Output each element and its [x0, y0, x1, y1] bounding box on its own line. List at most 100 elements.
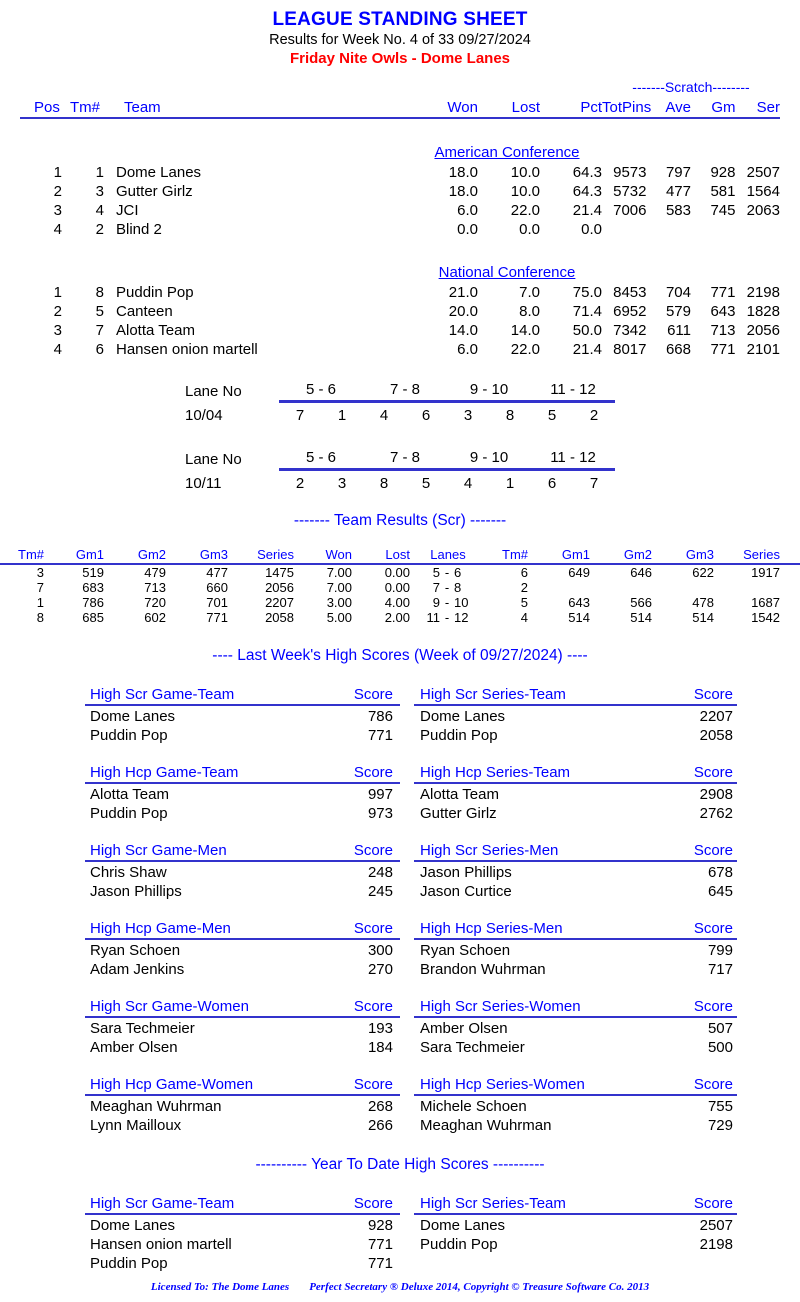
high-score-title-left: High Hcp Game-Team: [85, 760, 298, 784]
standing-totpins: 7342: [613, 322, 647, 339]
result-won-left: 3.00: [326, 595, 352, 610]
high-score-title-left: High Scr Game-Team: [85, 682, 298, 706]
page-title: LEAGUE STANDING SHEET: [272, 9, 528, 30]
score-header-left: Score: [298, 1072, 400, 1096]
entry-name-left: Lynn Mailloux: [90, 1117, 182, 1134]
lane-a: 11: [426, 610, 441, 625]
result-tm-right: 6: [520, 565, 528, 580]
entry-score-left: 268: [367, 1098, 393, 1115]
standing-team: Dome Lanes: [116, 164, 202, 181]
list-item: Puddin Pop 771: [85, 1253, 737, 1272]
standing-lost: 22.0: [510, 341, 540, 358]
high-score-header-row: High Hcp Game-Women Score High Hcp Serie…: [85, 1072, 737, 1096]
result-lost-left: 4.00: [384, 595, 410, 610]
entry-name-right: Alotta Team: [420, 786, 499, 803]
result-won-left: 5.00: [326, 610, 352, 625]
result-gm2-left: 720: [144, 595, 166, 610]
entry-name-left: Meaghan Wuhrman: [90, 1098, 222, 1115]
standing-pos: 2: [53, 303, 62, 320]
standing-team: Blind 2: [116, 221, 162, 238]
team-results-header-row: Tm# Gm1 Gm2 Gm3 Series Won Lost Lanes Tm…: [0, 543, 800, 565]
standing-lost: 7.0: [519, 284, 540, 301]
col-header-gm1-left: Gm1: [44, 543, 104, 565]
entry-score-right: 2198: [699, 1236, 733, 1253]
year-to-date-banner: ---------- Year To Date High Scores ----…: [255, 1156, 545, 1173]
standing-team-no: 3: [95, 183, 104, 200]
result-lanes: 9-10: [410, 595, 486, 610]
standing-ave: 668: [665, 341, 691, 358]
result-gm2-left: 479: [144, 565, 166, 580]
list-item: Hansen onion martell 771 Puddin Pop 2198: [85, 1234, 737, 1253]
standing-totpins: 9573: [613, 164, 647, 181]
standing-lost: 10.0: [510, 183, 540, 200]
standing-gm: 771: [710, 284, 736, 301]
copyright-text: Perfect Secretary ® Deluxe 2014, Copyrig…: [309, 1281, 650, 1293]
entry-name-left: Adam Jenkins: [90, 961, 185, 978]
entry-score-right: 729: [707, 1117, 733, 1134]
lane-pair: 5 - 6: [279, 377, 363, 403]
lane-pair: 7 - 8: [363, 445, 447, 471]
document-header: LEAGUE STANDING SHEET Results for Week N…: [0, 0, 800, 68]
standing-pos: 4: [53, 341, 62, 358]
result-series-left: 2056: [265, 580, 294, 595]
col-header-tm: Tm#: [70, 95, 110, 119]
table-row: 4 2 Blind 2 0.0 0.0 0.0: [20, 220, 780, 239]
standing-team-no: 1: [95, 164, 104, 181]
table-row: 8 685 602 771 2058 5.00 2.00 11-12 4 514…: [0, 610, 800, 625]
standing-totpins: 8453: [613, 284, 647, 301]
result-gm2-right: [590, 580, 652, 595]
standing-team-no: 7: [95, 322, 104, 339]
high-score-block: High Hcp Game-Women Score High Hcp Serie…: [85, 1072, 737, 1134]
list-item: Chris Shaw 248 Jason Phillips 678: [85, 861, 737, 881]
result-gm3-left: 771: [206, 610, 228, 625]
result-gm1-left: 786: [82, 595, 104, 610]
high-score-title-right: High Scr Series-Women: [414, 994, 620, 1018]
col-header-ave: Ave: [646, 95, 691, 119]
lane-team-left: 3: [463, 407, 473, 424]
list-item: Puddin Pop 973 Gutter Girlz 2762: [85, 803, 737, 822]
result-tm-left: 8: [36, 610, 44, 625]
lane-assignment: 23: [279, 470, 363, 492]
result-gm2-left: 602: [144, 610, 166, 625]
lane-no-label: Lane No: [185, 382, 242, 400]
table-row: 1 786 720 701 2207 3.00 4.00 9-10 5 643 …: [0, 595, 800, 610]
team-results-title: ------- Team Results (Scr) -------: [293, 512, 507, 529]
result-tm-right: 2: [520, 580, 528, 595]
result-lanes: 11-12: [410, 610, 486, 625]
lane-pair: 9 - 10: [447, 377, 531, 403]
result-gm3-right: 622: [692, 565, 714, 580]
entry-name-right: Puddin Pop: [420, 1236, 498, 1253]
league-name: Friday Nite Owls - Dome Lanes: [289, 50, 511, 67]
col-header-totpins: TotPins: [602, 95, 651, 119]
high-score-block: High Scr Game-Team Score High Scr Series…: [85, 1191, 737, 1272]
last-week-high-scores: High Scr Game-Team Score High Scr Series…: [85, 682, 737, 1134]
high-score-title-left: High Scr Game-Women: [85, 994, 298, 1018]
lane-dash: -: [444, 565, 450, 580]
licensed-to-text: Licensed To: The Dome Lanes: [150, 1281, 290, 1293]
list-item: Adam Jenkins 270 Brandon Wuhrman 717: [85, 959, 737, 978]
result-gm1-right: 649: [568, 565, 590, 580]
result-series-right: 1687: [751, 595, 780, 610]
entry-score-left: 248: [367, 864, 393, 881]
standing-gm: 745: [710, 202, 736, 219]
standing-totpins: [602, 220, 647, 239]
col-header-team: Team: [110, 95, 412, 119]
list-item: Meaghan Wuhrman 268 Michele Schoen 755: [85, 1095, 737, 1115]
lane-a: 5: [432, 565, 440, 580]
entry-score-right: 500: [707, 1039, 733, 1056]
lane-team-left: 5: [547, 407, 557, 424]
result-series-left: 2207: [265, 595, 294, 610]
entry-score-left: 997: [367, 786, 393, 803]
lane-team-right: 7: [589, 475, 599, 492]
lane-schedule-section: Lane No 5 - 6 7 - 8 9 - 10 11 - 12 10/04…: [0, 377, 800, 492]
standing-totpins: 5732: [613, 183, 647, 200]
score-header-right: Score: [620, 994, 737, 1018]
result-won-left: 7.00: [326, 565, 352, 580]
standing-pos: 3: [53, 202, 62, 219]
lane-schedule-data-row: 10/04 71 46 38 52: [185, 402, 615, 424]
entry-score-left: 300: [367, 942, 393, 959]
entry-name-left: Ryan Schoen: [90, 942, 181, 959]
standing-gm: [691, 220, 736, 239]
standing-won: 14.0: [448, 322, 478, 339]
scratch-group-label-row: -------Scratch--------: [20, 78, 780, 95]
